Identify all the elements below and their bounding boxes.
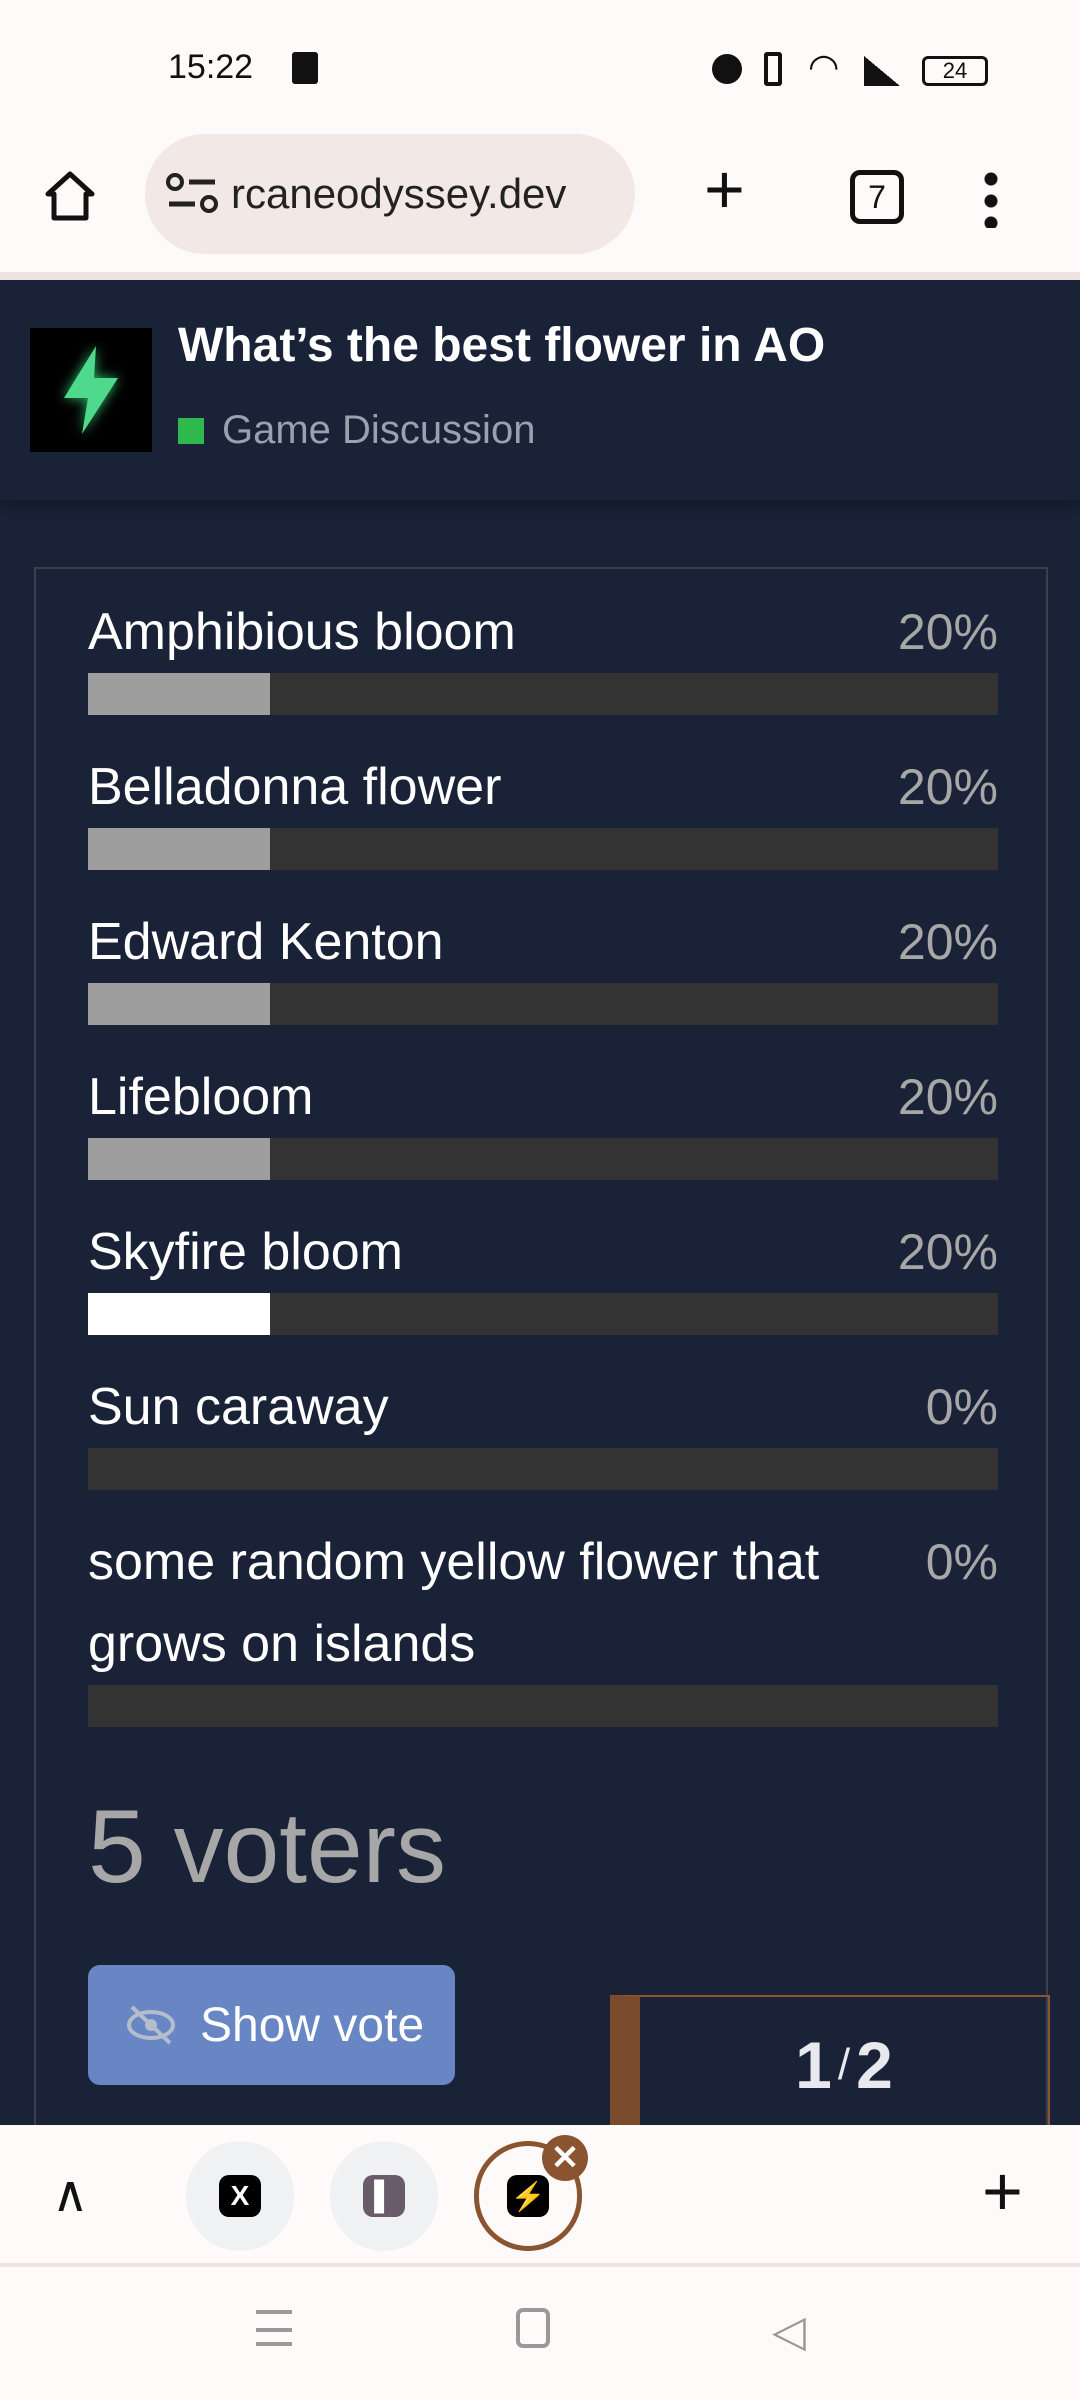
poll-option-percent: 20%: [897, 914, 998, 970]
tab-x[interactable]: X: [186, 2141, 294, 2251]
poll-option-percent: 20%: [897, 1069, 998, 1125]
poll-option-bar-fill: [88, 1293, 270, 1335]
url-text: rcaneodyssey.dev: [231, 170, 567, 217]
status-bar: 15:22 ◠ 24: [0, 0, 1080, 120]
poll-option-bar-fill: [88, 673, 270, 715]
close-tab-icon[interactable]: ✕: [542, 2135, 588, 2181]
clock: 15:22: [168, 48, 254, 86]
pager-separator: /: [837, 2040, 851, 2089]
poll-option[interactable]: some random yellow flower that grows on …: [88, 1521, 998, 1727]
tab-strip: ∧ X ▌ ⚡ ✕ +: [0, 2125, 1080, 2267]
poll-option[interactable]: Belladonna flower 20%: [88, 746, 998, 870]
x-logo-icon: X: [219, 2175, 261, 2217]
voters-label: voters: [173, 1792, 446, 1904]
lightning-favicon-icon: ⚡: [507, 2175, 549, 2217]
page-content: What’s the best flower in AO Game Discus…: [0, 280, 1080, 2125]
poll-option-bar: [88, 673, 998, 715]
back-icon[interactable]: ◁: [772, 2306, 806, 2357]
tab-trello[interactable]: ▌: [330, 2141, 438, 2251]
site-logo[interactable]: [30, 328, 152, 452]
lightning-bolt-icon: [64, 346, 118, 434]
category-label: Game Discussion: [222, 408, 536, 452]
poll-option-bar: [88, 828, 998, 870]
poll-option-bar: [88, 1293, 998, 1335]
poll-option-label: Sun caraway: [88, 1378, 389, 1436]
site-settings-icon[interactable]: [165, 172, 221, 216]
poll-option-bar: [88, 983, 998, 1025]
poll-option-label: Skyfire bloom: [88, 1223, 403, 1281]
wifi-icon: ◠: [808, 46, 840, 87]
system-nav-bar: ◁: [0, 2270, 1080, 2400]
poll-option-bar: [88, 1685, 998, 1727]
pager-current: 1: [795, 2028, 832, 2102]
poll-option-bar: [88, 1138, 998, 1180]
alarm-icon: [712, 54, 742, 84]
poll-option-label: Amphibious bloom: [88, 603, 516, 661]
topic-header: What’s the best flower in AO Game Discus…: [0, 280, 1080, 500]
show-vote-button[interactable]: Show vote: [88, 1965, 455, 2085]
battery-icon: 24: [922, 56, 988, 86]
voters-count: 5 voters: [88, 1787, 446, 1908]
vibrate-icon: [764, 52, 782, 86]
shopping-bag-icon: [292, 52, 318, 84]
show-vote-label: Show vote: [200, 1998, 425, 2052]
home-icon[interactable]: [42, 168, 98, 224]
topic-title[interactable]: What’s the best flower in AO: [178, 318, 825, 373]
poll-option-percent: 0%: [925, 1379, 998, 1435]
poll-container: Amphibious bloom 20% Belladonna flower 2…: [34, 567, 1048, 2125]
poll-option-bar-fill: [88, 1138, 270, 1180]
category-badge[interactable]: Game Discussion: [178, 408, 535, 453]
new-tab-icon[interactable]: +: [704, 154, 745, 224]
more-menu-icon[interactable]: [984, 168, 998, 228]
poll-option-label: Edward Kenton: [88, 913, 444, 971]
post-pager[interactable]: 1 / 2: [610, 1995, 1050, 2125]
poll-option-percent: 20%: [897, 604, 998, 660]
add-tab-icon[interactable]: +: [982, 2151, 1023, 2231]
eye-slash-icon: [127, 2005, 175, 2045]
poll-option[interactable]: Lifebloom 20%: [88, 1056, 998, 1180]
poll-option-bar-fill: [88, 983, 270, 1025]
pager-total: 2: [856, 2028, 893, 2102]
poll-option-percent: 20%: [897, 759, 998, 815]
category-color-square: [178, 417, 204, 444]
browser-toolbar: rcaneodyssey.dev + 7: [0, 120, 1080, 280]
recents-icon[interactable]: [256, 2310, 292, 2346]
poll-option-label: Lifebloom: [88, 1068, 314, 1126]
poll-option-percent: 0%: [925, 1534, 998, 1590]
signal-icon: [864, 56, 900, 86]
poll-option[interactable]: Skyfire bloom 20%: [88, 1211, 998, 1335]
poll-option-label: Belladonna flower: [88, 758, 502, 816]
voters-number: 5: [88, 1789, 146, 1905]
poll-option-bar-fill: [88, 828, 270, 870]
trello-logo-icon: ▌: [363, 2175, 405, 2217]
home-button-icon[interactable]: [516, 2308, 550, 2348]
poll-option-bar: [88, 1448, 998, 1490]
poll-option-label: some random yellow flower that grows on …: [88, 1533, 820, 1673]
poll-option[interactable]: Amphibious bloom 20%: [88, 591, 998, 715]
expand-tabs-icon[interactable]: ∧: [52, 2165, 89, 2223]
poll-option[interactable]: Sun caraway 0%: [88, 1366, 998, 1490]
url-bar[interactable]: rcaneodyssey.dev: [145, 134, 635, 254]
tab-switcher-button[interactable]: 7: [850, 170, 904, 224]
poll-option-percent: 20%: [897, 1224, 998, 1280]
poll-option[interactable]: Edward Kenton 20%: [88, 901, 998, 1025]
